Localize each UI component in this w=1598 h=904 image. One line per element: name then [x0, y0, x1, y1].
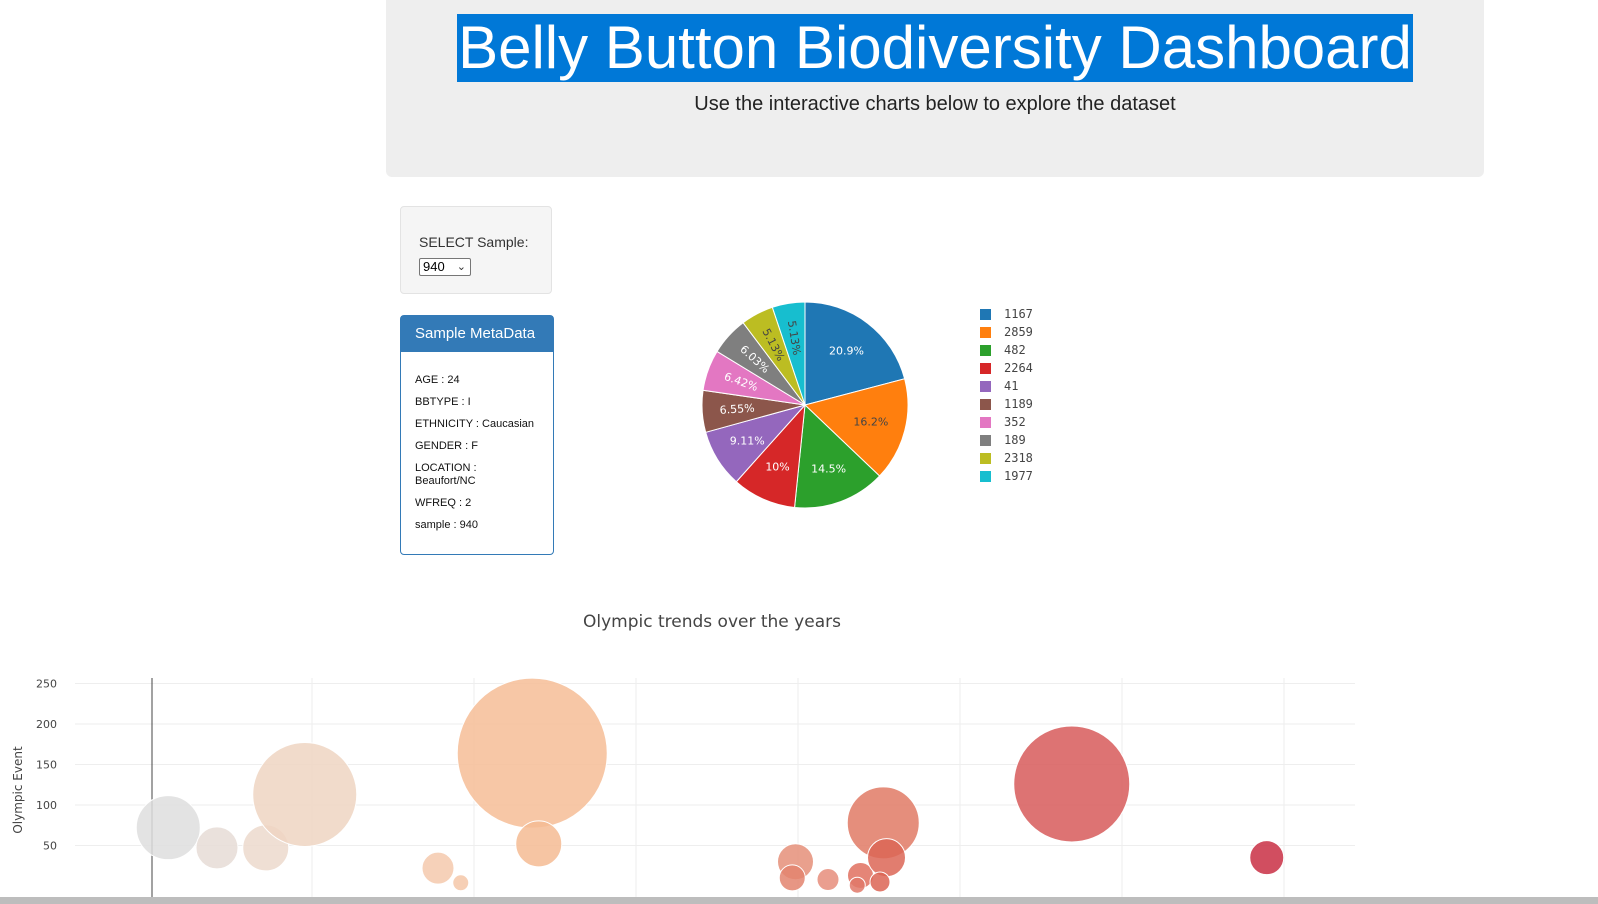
legend-swatch — [980, 470, 991, 482]
pie-label-41: 9.11% — [730, 434, 765, 447]
legend-label: 2859 — [1004, 325, 1033, 339]
y-axis-label: Olympic Event — [11, 746, 25, 834]
legend-swatch — [980, 344, 991, 356]
y-tick-label: 200 — [36, 718, 57, 731]
legend-label: 189 — [1004, 433, 1026, 447]
meta-bbtype: BBTYPE : I — [415, 396, 471, 408]
pie-label-2859: 16.2% — [853, 415, 888, 428]
legend-label: 352 — [1004, 415, 1026, 429]
legend-item-482[interactable]: 482 — [980, 341, 1033, 359]
pie-label-2264: 10% — [765, 461, 789, 474]
bubble-point[interactable] — [867, 838, 906, 878]
bubble-chart-title: Olympic trends over the years — [583, 612, 841, 632]
bubble-point[interactable] — [1249, 840, 1285, 876]
page-subtitle: Use the interactive charts below to expl… — [694, 93, 1176, 115]
y-tick-label: 150 — [36, 759, 57, 772]
sample-select-dropdown[interactable]: 940 ⌄ — [419, 258, 471, 276]
legend-label: 2318 — [1004, 451, 1033, 465]
meta-gender: GENDER : F — [415, 440, 478, 452]
legend-item-1977[interactable]: 1977 — [980, 467, 1033, 485]
legend-swatch — [980, 362, 991, 374]
bubble-point[interactable] — [135, 795, 201, 861]
bubble-point[interactable] — [1013, 725, 1131, 843]
meta-wfreq: WFREQ : 2 — [415, 497, 472, 509]
metadata-panel-body: AGE : 24 BBTYPE : I ETHNICITY : Caucasia… — [401, 352, 553, 532]
legend-item-41[interactable]: 41 — [980, 377, 1033, 395]
bubble-point[interactable] — [869, 871, 891, 893]
bubble-point[interactable] — [252, 741, 358, 847]
meta-sample: sample : 940 — [415, 519, 478, 531]
bubble-point[interactable] — [816, 868, 840, 892]
pie-label-482: 14.5% — [811, 462, 846, 475]
legend-item-1167[interactable]: 1167 — [980, 305, 1033, 323]
sample-select-value: 940 — [423, 259, 445, 274]
bubble-point[interactable] — [515, 820, 563, 868]
meta-age: AGE : 24 — [415, 374, 460, 386]
bubble-point[interactable] — [456, 677, 608, 829]
legend-swatch — [980, 398, 991, 410]
legend-swatch — [980, 452, 991, 464]
legend-label: 2264 — [1004, 361, 1033, 375]
pie-label-1189: 6.55% — [719, 402, 755, 417]
legend-swatch — [980, 380, 991, 392]
legend-swatch — [980, 308, 991, 320]
pie-chart[interactable]: 20.9% 16.2% 14.5% 10% 9.11% 6.55% 6.42% 6.03% 5.… — [690, 290, 920, 525]
legend-label: 1189 — [1004, 397, 1033, 411]
legend-swatch — [980, 326, 991, 338]
legend-swatch — [980, 434, 991, 446]
bubble-chart-svg[interactable]: 50 100 150 200 250 Olympic Event — [0, 660, 1598, 897]
legend-label: 41 — [1004, 379, 1019, 393]
legend-swatch — [980, 416, 991, 428]
legend-label: 1977 — [1004, 469, 1033, 483]
sample-selector-well: SELECT Sample: 940 ⌄ — [400, 206, 552, 294]
meta-ethnicity: ETHNICITY : Caucasian — [415, 418, 535, 430]
header-jumbotron: Belly Button Biodiversity Dashboard Use … — [386, 0, 1484, 177]
bubble-point[interactable] — [778, 864, 806, 892]
legend-label: 482 — [1004, 343, 1026, 357]
bubble-point[interactable] — [421, 851, 455, 885]
legend-label: 1167 — [1004, 307, 1033, 321]
page-title: Belly Button Biodiversity Dashboard — [457, 14, 1413, 82]
metadata-panel-heading: Sample MetaData — [401, 316, 553, 352]
legend-item-1189[interactable]: 1189 — [980, 395, 1033, 413]
sample-select-label: SELECT Sample: — [419, 234, 529, 250]
pie-chart-svg[interactable]: 20.9%16.2%14.5%10%9.11%6.55%6.42%6.03%5.… — [690, 290, 920, 520]
pie-label-1167: 20.9% — [829, 345, 864, 358]
bubble-point[interactable] — [848, 876, 866, 894]
legend-item-2264[interactable]: 2264 — [980, 359, 1033, 377]
legend-item-2859[interactable]: 2859 — [980, 323, 1033, 341]
bubble-point[interactable] — [452, 874, 470, 892]
metadata-panel: Sample MetaData AGE : 24 BBTYPE : I ETHN… — [400, 315, 554, 555]
y-tick-label: 100 — [36, 799, 57, 812]
bubble-point[interactable] — [195, 826, 239, 870]
y-tick-label: 50 — [43, 840, 57, 853]
pie-legend[interactable]: 1167 2859 482 2264 41 1189 352 189 2318 1977 — [980, 305, 1033, 485]
y-tick-label: 250 — [36, 678, 57, 691]
legend-item-2318[interactable]: 2318 — [980, 449, 1033, 467]
meta-location: LOCATION : Beaufort/NC — [415, 462, 477, 487]
legend-item-352[interactable]: 352 — [980, 413, 1033, 431]
chevron-down-icon: ⌄ — [456, 261, 466, 273]
horizontal-scrollbar[interactable] — [0, 897, 1598, 904]
legend-item-189[interactable]: 189 — [980, 431, 1033, 449]
